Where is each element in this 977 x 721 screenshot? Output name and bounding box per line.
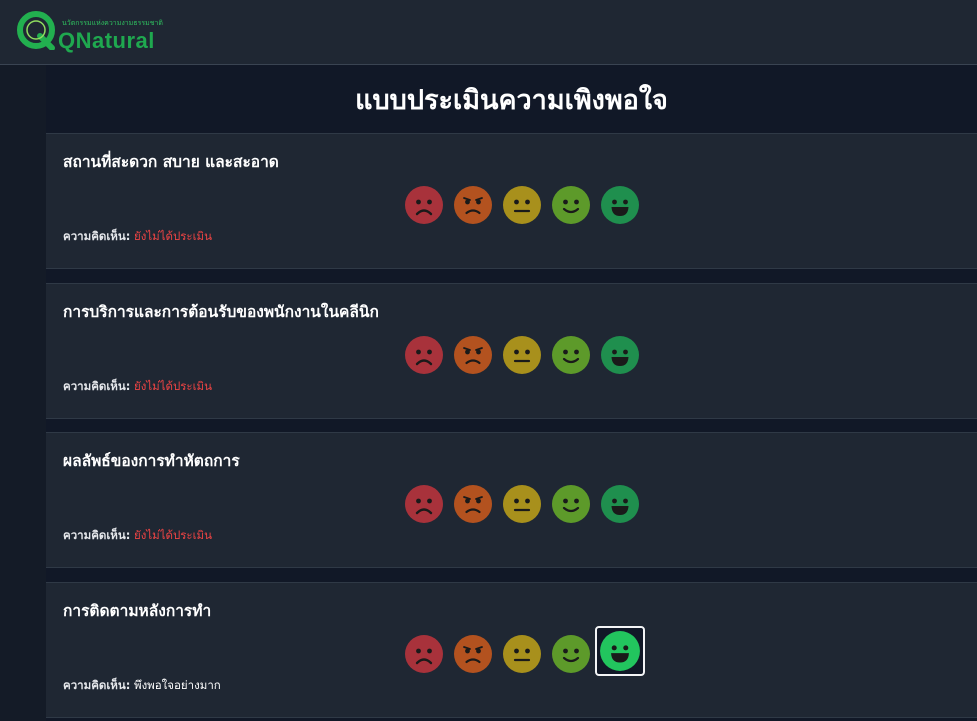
comment-value: พึงพอใจอย่างมาก <box>133 678 221 692</box>
question-title: ผลลัพธ์ของการทำหัตถการ <box>63 452 240 470</box>
rating-faces <box>404 484 654 524</box>
left-rail <box>0 65 46 721</box>
very-dissatisfied-face-icon <box>405 336 443 374</box>
rating-neutral-button[interactable] <box>502 634 542 674</box>
neutral-face-icon <box>503 485 541 523</box>
neutral-face-icon <box>503 635 541 673</box>
question-card: ผลลัพธ์ของการทำหัตถการความคิดเห็น: ยังไม… <box>46 432 977 568</box>
rating-very-dissatisfied-button[interactable] <box>404 484 444 524</box>
question-title: การติดตามหลังการทำ <box>63 602 212 620</box>
rating-very-dissatisfied-button[interactable] <box>404 335 444 375</box>
rating-dissatisfied-button[interactable] <box>453 185 493 225</box>
very-dissatisfied-face-icon <box>405 485 443 523</box>
comment-value: ยังไม่ได้ประเมิน <box>133 229 212 243</box>
rating-satisfied-button[interactable] <box>551 634 591 674</box>
satisfied-face-icon <box>552 336 590 374</box>
very-satisfied-face-icon <box>601 485 639 523</box>
logo-text: QNatural <box>58 28 155 53</box>
rating-faces <box>404 335 654 375</box>
rating-very-dissatisfied-button[interactable] <box>404 634 444 674</box>
rating-satisfied-button[interactable] <box>551 335 591 375</box>
dissatisfied-face-icon <box>454 336 492 374</box>
dissatisfied-face-icon <box>454 186 492 224</box>
rating-very-satisfied-button[interactable] <box>595 626 645 676</box>
neutral-face-icon <box>503 336 541 374</box>
satisfied-face-icon <box>552 186 590 224</box>
top-bar: นวัตกรรมแห่งความงามธรรมชาติ QNatural <box>0 0 977 65</box>
comment-label: ความคิดเห็น: <box>63 379 131 393</box>
question-title: สถานที่สะดวก สบาย และสะอาด <box>63 153 279 171</box>
logo-q-icon <box>17 11 55 50</box>
question-card: การติดตามหลังการทำความคิดเห็น: พึงพอใจอย… <box>46 582 977 718</box>
comment-value: ยังไม่ได้ประเมิน <box>133 528 212 542</box>
rating-very-satisfied-button[interactable] <box>600 185 640 225</box>
rating-satisfied-button[interactable] <box>551 185 591 225</box>
comment-line: ความคิดเห็น: ยังไม่ได้ประเมิน <box>63 228 212 246</box>
very-satisfied-face-icon <box>600 631 640 671</box>
rating-very-dissatisfied-button[interactable] <box>404 185 444 225</box>
question-card: สถานที่สะดวก สบาย และสะอาดความคิดเห็น: ย… <box>46 133 977 269</box>
rating-very-satisfied-button[interactable] <box>600 335 640 375</box>
brand-logo[interactable]: นวัตกรรมแห่งความงามธรรมชาติ QNatural <box>16 8 163 56</box>
comment-line: ความคิดเห็น: ยังไม่ได้ประเมิน <box>63 527 212 545</box>
comment-label: ความคิดเห็น: <box>63 678 131 692</box>
rating-faces <box>404 626 654 676</box>
comment-line: ความคิดเห็น: พึงพอใจอย่างมาก <box>63 677 221 695</box>
rating-neutral-button[interactable] <box>502 335 542 375</box>
question-title: การบริการและการต้อนรับของพนักงานในคลีนิก <box>63 303 379 321</box>
comment-line: ความคิดเห็น: ยังไม่ได้ประเมิน <box>63 378 212 396</box>
rating-neutral-button[interactable] <box>502 185 542 225</box>
satisfied-face-icon <box>552 485 590 523</box>
rating-very-satisfied-button[interactable] <box>600 484 640 524</box>
page-title: แบบประเมินความเพิงพอใจ <box>355 85 668 116</box>
dissatisfied-face-icon <box>454 635 492 673</box>
rating-faces <box>404 185 654 225</box>
rating-satisfied-button[interactable] <box>551 484 591 524</box>
dissatisfied-face-icon <box>454 485 492 523</box>
rating-dissatisfied-button[interactable] <box>453 634 493 674</box>
very-satisfied-face-icon <box>601 336 639 374</box>
very-dissatisfied-face-icon <box>405 635 443 673</box>
very-satisfied-face-icon <box>601 186 639 224</box>
comment-label: ความคิดเห็น: <box>63 528 131 542</box>
comment-label: ความคิดเห็น: <box>63 229 131 243</box>
comment-value: ยังไม่ได้ประเมิน <box>133 379 212 393</box>
rating-neutral-button[interactable] <box>502 484 542 524</box>
question-card: การบริการและการต้อนรับของพนักงานในคลีนิก… <box>46 283 977 419</box>
rating-dissatisfied-button[interactable] <box>453 484 493 524</box>
very-dissatisfied-face-icon <box>405 186 443 224</box>
neutral-face-icon <box>503 186 541 224</box>
rating-dissatisfied-button[interactable] <box>453 335 493 375</box>
satisfied-face-icon <box>552 635 590 673</box>
